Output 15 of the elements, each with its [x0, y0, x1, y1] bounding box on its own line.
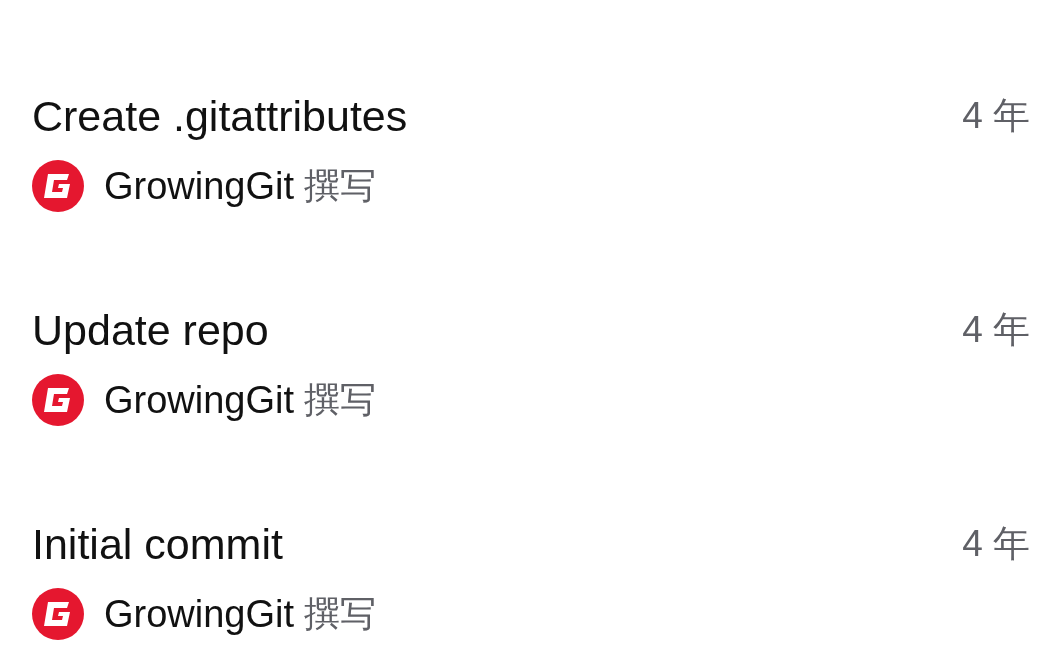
commit-title[interactable]: Create .gitattributes [32, 92, 408, 140]
authored-label: 撰写 [304, 164, 377, 208]
author-name[interactable]: GrowingGit [104, 588, 295, 640]
commit-time: 4 年 [962, 94, 1030, 138]
avatar-logo-icon [32, 374, 84, 426]
authored-label: 撰写 [304, 592, 377, 636]
authored-label: 撰写 [304, 378, 377, 422]
commit-time: 4 年 [962, 308, 1030, 352]
author-name[interactable]: GrowingGit [104, 374, 295, 426]
avatar-logo-icon [32, 160, 84, 212]
avatar-logo-icon [32, 588, 84, 640]
commit-title[interactable]: Initial commit [32, 520, 283, 568]
author-name[interactable]: GrowingGit [104, 160, 295, 212]
commit-title[interactable]: Update repo [32, 306, 269, 354]
commit-time: 4 年 [962, 522, 1030, 566]
